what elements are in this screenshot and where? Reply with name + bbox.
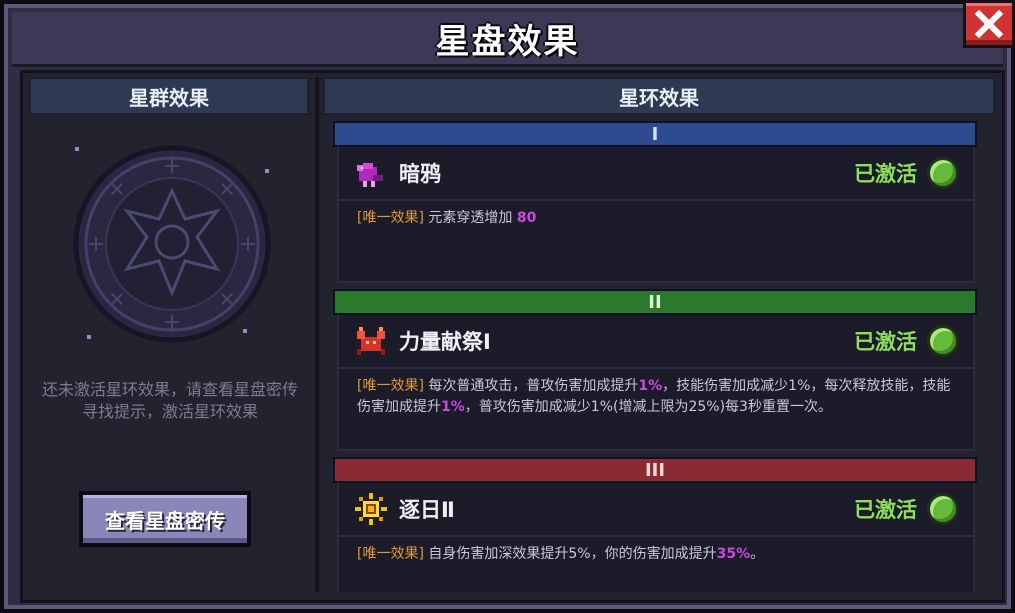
- unique-effect-tag: [唯一效果]: [357, 378, 424, 394]
- desc-text: 元素穿透增加: [428, 210, 517, 226]
- effect-status: 已激活: [854, 330, 917, 354]
- active-indicator-icon: [927, 493, 959, 525]
- panel-divider: [315, 77, 319, 592]
- desc-text: 自身伤害加深效果提升5%，你的伤害加成提升: [428, 546, 717, 562]
- desc-value: 35%: [716, 546, 751, 562]
- effect-card-3: 逐日Ⅱ 已激活 [唯一效果] 自身伤害加深效果提升5%，你的伤害加成提升35%。: [337, 483, 975, 592]
- active-indicator-icon: [927, 325, 959, 357]
- unique-effect-tag: [唯一效果]: [357, 546, 424, 562]
- desc-text: 每次普通攻击，普攻伤害加成提升: [428, 378, 639, 394]
- view-star-disc-codex-button[interactable]: 查看星盘密传: [79, 491, 251, 547]
- desc-text: 。: [750, 546, 765, 562]
- effect-status: 已激活: [854, 162, 917, 186]
- desc-text: ，普攻伤害加成减少1%(增减上限为25%)每3秒重置一次。: [464, 399, 832, 415]
- sun-icon: [355, 493, 387, 525]
- constellation-panel: 星群效果 还未激活星环效果，请查看星盘密传寻找提示，激活星环效果 查看星盘密传: [27, 77, 311, 592]
- effect-description: [唯一效果] 自身伤害加深效果提升5%，你的伤害加成提升35%。: [339, 537, 973, 573]
- unique-effect-tag: [唯一效果]: [357, 210, 424, 226]
- desc-value: 80: [516, 210, 537, 226]
- effect-name: 逐日Ⅱ: [399, 498, 455, 522]
- effect-card-head: 力量献祭Ⅰ 已激活: [339, 315, 973, 369]
- effect-card-head: 逐日Ⅱ 已激活: [339, 483, 973, 537]
- tier-bar-3: III: [333, 457, 977, 483]
- effect-status: 已激活: [854, 498, 917, 522]
- tier-bar-2: II: [333, 289, 977, 315]
- window-title: 星盘效果: [435, 21, 580, 62]
- active-indicator-icon: [927, 157, 959, 189]
- content-area: 星群效果 还未激活星环效果，请查看星盘密传寻找提示，激活星环效果 查看星盘密传 …: [20, 70, 1005, 603]
- crab-icon: [357, 327, 385, 355]
- constellation-header: 星群效果: [29, 77, 309, 115]
- effect-description: [唯一效果] 每次普通攻击，普攻伤害加成提升1%，技能伤害加成减少1%，每次释放…: [339, 369, 973, 426]
- desc-value: 1%: [638, 378, 663, 394]
- desc-value: 1%: [441, 399, 465, 415]
- star-constellation-emblem-icon: [73, 145, 271, 343]
- close-icon: [975, 10, 1003, 38]
- star-ring-panel: 星环效果 I 暗鸦 已激活 [唯一效果] 元素穿透增加 80 II 力量献祭Ⅰ …: [323, 77, 995, 592]
- effect-card-1: 暗鸦 已激活 [唯一效果] 元素穿透增加 80: [337, 147, 975, 283]
- title-bar: 星盘效果: [12, 12, 1003, 67]
- tier-bar-1: I: [333, 121, 977, 147]
- star-ring-header: 星环效果: [323, 77, 995, 115]
- raven-icon: [357, 163, 383, 187]
- effect-card-2: 力量献祭Ⅰ 已激活 [唯一效果] 每次普通攻击，普攻伤害加成提升1%，技能伤害加…: [337, 315, 975, 451]
- effect-name: 暗鸦: [399, 162, 441, 186]
- effect-name: 力量献祭Ⅰ: [399, 330, 491, 354]
- star-disc-window: 星盘效果 星群效果 还未激活星环效果，请查看星盘密传寻找提示，激活星环效果 查看…: [0, 0, 1015, 613]
- effect-card-head: 暗鸦 已激活: [339, 147, 973, 201]
- effect-description: [唯一效果] 元素穿透增加 80: [339, 201, 973, 237]
- close-button[interactable]: [963, 0, 1015, 48]
- inactive-hint-text: 还未激活星环效果，请查看星盘密传寻找提示，激活星环效果: [41, 380, 298, 421]
